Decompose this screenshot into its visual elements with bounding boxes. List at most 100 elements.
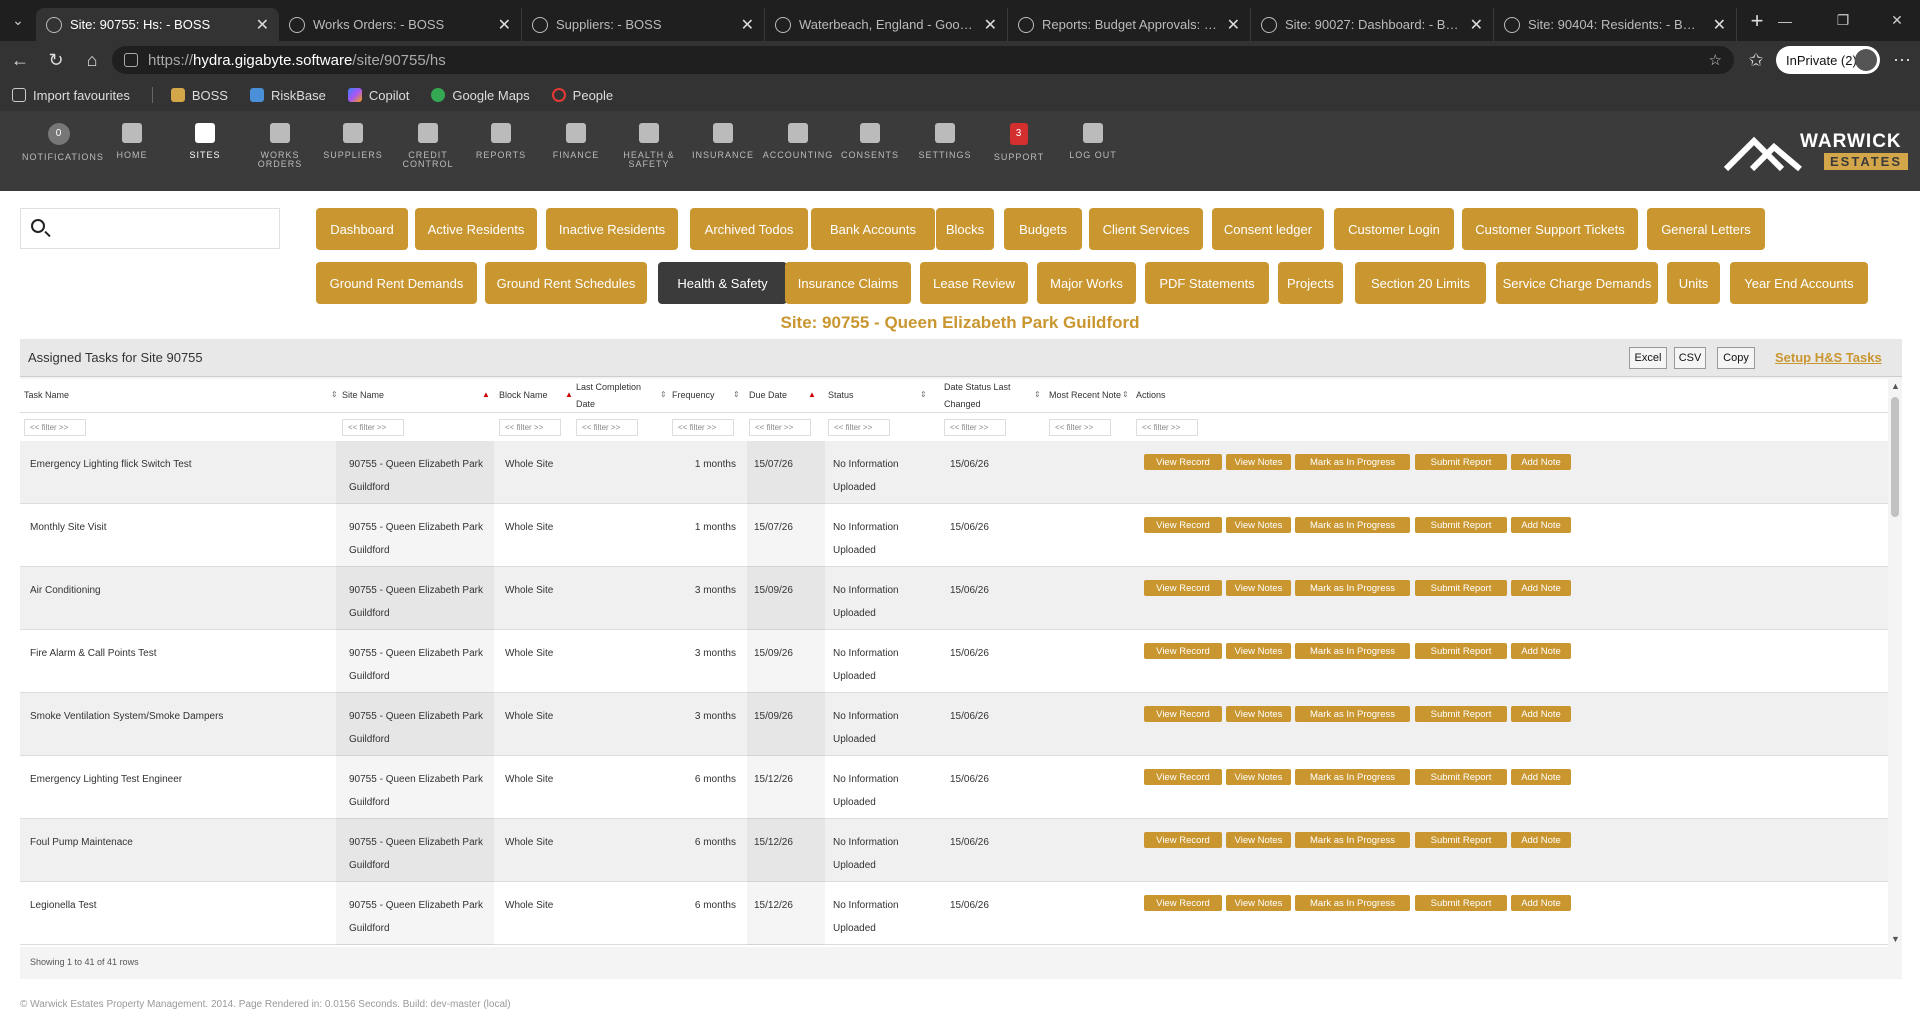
nav-insurance[interactable]: INSURANCE [686, 123, 760, 160]
site-menu-general-letters[interactable]: General Letters [1647, 208, 1765, 250]
browser-tab[interactable]: Site: 90027: Dashboard: - BOSS ✕ [1251, 8, 1494, 41]
column-header[interactable]: Last Completion Date [576, 379, 656, 413]
close-tab-icon[interactable]: ✕ [1713, 15, 1726, 35]
column-header[interactable]: Most Recent Note [1049, 387, 1121, 404]
action-submit-report-button[interactable]: Submit Report [1415, 517, 1507, 533]
nav-credit-control[interactable]: CREDIT CONTROL [391, 123, 465, 169]
favourite-import[interactable]: Import favourites [12, 88, 130, 103]
scroll-up-icon[interactable]: ▲ [1891, 381, 1900, 391]
nav-settings[interactable]: SETTINGS [908, 123, 982, 160]
action-view-record-button[interactable]: View Record [1144, 643, 1222, 659]
favourite-star-icon[interactable]: ☆ [1709, 51, 1722, 69]
nav-finance[interactable]: FINANCE [539, 123, 613, 160]
action-submit-report-button[interactable]: Submit Report [1415, 769, 1507, 785]
browser-tab[interactable]: Suppliers: - BOSS ✕ [522, 8, 765, 41]
site-menu-customer-login[interactable]: Customer Login [1334, 208, 1454, 250]
site-menu-service-charge-demands[interactable]: Service Charge Demands [1496, 262, 1658, 304]
tab-actions-menu[interactable]: ⌄ [0, 0, 36, 41]
site-menu-units[interactable]: Units [1667, 262, 1720, 304]
csv-export-button[interactable]: CSV [1674, 347, 1706, 369]
action-view-record-button[interactable]: View Record [1144, 454, 1222, 470]
action-view-record-button[interactable]: View Record [1144, 706, 1222, 722]
site-menu-inactive-residents[interactable]: Inactive Residents [546, 208, 678, 250]
site-menu-bank-accounts[interactable]: Bank Accounts [811, 208, 935, 250]
filter-input[interactable]: << filter >> [828, 419, 890, 436]
sort-icon[interactable]: ⇕ [331, 390, 338, 399]
action-submit-report-button[interactable]: Submit Report [1415, 895, 1507, 911]
filter-input[interactable]: << filter >> [672, 419, 734, 436]
site-menu-customer-support-tickets[interactable]: Customer Support Tickets [1462, 208, 1638, 250]
action-mark-as-in-progress-button[interactable]: Mark as In Progress [1295, 580, 1410, 596]
nav-consents[interactable]: CONSENTS [833, 123, 907, 160]
favourite-people[interactable]: People [551, 88, 613, 103]
filter-input[interactable]: << filter >> [499, 419, 561, 436]
favourite-riskbase[interactable]: RiskBase [249, 88, 326, 103]
column-header[interactable]: Block Name [499, 387, 548, 404]
action-add-note-button[interactable]: Add Note [1511, 706, 1571, 722]
close-window-button[interactable]: ✕ [1874, 0, 1920, 41]
sort-icon[interactable]: ⇕ [920, 390, 927, 399]
action-mark-as-in-progress-button[interactable]: Mark as In Progress [1295, 895, 1410, 911]
close-tab-icon[interactable]: ✕ [1470, 15, 1483, 35]
sort-icon[interactable]: ▲ [808, 390, 816, 399]
action-view-notes-button[interactable]: View Notes [1226, 580, 1291, 596]
action-add-note-button[interactable]: Add Note [1511, 895, 1571, 911]
sort-icon[interactable]: ▲ [482, 390, 490, 399]
close-tab-icon[interactable]: ✕ [1227, 15, 1240, 35]
action-mark-as-in-progress-button[interactable]: Mark as In Progress [1295, 517, 1410, 533]
scroll-down-icon[interactable]: ▼ [1891, 934, 1900, 944]
nav-suppliers[interactable]: SUPPLIERS [316, 123, 390, 160]
browser-tab[interactable]: Reports: Budget Approvals: - BOSS ✕ [1008, 8, 1251, 41]
action-view-notes-button[interactable]: View Notes [1226, 517, 1291, 533]
more-options-icon[interactable]: ⋯ [1884, 50, 1920, 71]
site-menu-active-residents[interactable]: Active Residents [415, 208, 537, 250]
search-input[interactable] [20, 208, 280, 249]
site-menu-lease-review[interactable]: Lease Review [920, 262, 1028, 304]
action-mark-as-in-progress-button[interactable]: Mark as In Progress [1295, 706, 1410, 722]
close-tab-icon[interactable]: ✕ [498, 15, 511, 35]
column-header[interactable]: Frequency [672, 387, 715, 404]
column-header[interactable]: Actions [1136, 387, 1166, 404]
close-tab-icon[interactable]: ✕ [741, 15, 754, 35]
site-menu-blocks[interactable]: Blocks [936, 208, 994, 250]
action-view-record-button[interactable]: View Record [1144, 580, 1222, 596]
action-add-note-button[interactable]: Add Note [1511, 517, 1571, 533]
favourites-icon[interactable]: ✩ [1738, 50, 1774, 71]
action-view-record-button[interactable]: View Record [1144, 769, 1222, 785]
site-menu-major-works[interactable]: Major Works [1037, 262, 1136, 304]
sort-icon[interactable]: ⇕ [1122, 390, 1129, 399]
filter-input[interactable]: << filter >> [342, 419, 404, 436]
filter-input[interactable]: << filter >> [1136, 419, 1198, 436]
warwick-estates-logo[interactable]: WARWICK ESTATES [1724, 129, 1909, 173]
favourite-boss[interactable]: BOSS [170, 88, 228, 103]
site-menu-health-safety[interactable]: Health & Safety [658, 262, 787, 304]
browser-tab[interactable]: Site: 90755: Hs: - BOSS ✕ [36, 8, 279, 41]
url-field[interactable]: https://hydra.gigabyte.software/site/907… [112, 46, 1734, 74]
nav-notifications[interactable]: 0 NOTIFICATIONS [22, 123, 103, 162]
action-add-note-button[interactable]: Add Note [1511, 454, 1571, 470]
site-menu-pdf-statements[interactable]: PDF Statements [1145, 262, 1269, 304]
home-icon[interactable]: ⌂ [74, 50, 110, 71]
close-tab-icon[interactable]: ✕ [256, 15, 269, 35]
site-menu-section-20-limits[interactable]: Section 20 Limits [1355, 262, 1486, 304]
browser-tab[interactable]: Works Orders: - BOSS ✕ [279, 8, 522, 41]
nav-support[interactable]: 3 SUPPORT [982, 123, 1056, 162]
nav-accounting[interactable]: ACCOUNTING [761, 123, 835, 160]
minimize-button[interactable]: — [1762, 0, 1808, 41]
site-info-icon[interactable] [124, 53, 138, 67]
nav-home[interactable]: HOME [95, 123, 169, 160]
filter-input[interactable]: << filter >> [576, 419, 638, 436]
action-mark-as-in-progress-button[interactable]: Mark as In Progress [1295, 769, 1410, 785]
site-menu-dashboard[interactable]: Dashboard [316, 208, 408, 250]
nav-reports[interactable]: REPORTS [464, 123, 538, 160]
action-submit-report-button[interactable]: Submit Report [1415, 643, 1507, 659]
site-menu-archived-todos[interactable]: Archived Todos [690, 208, 808, 250]
back-icon[interactable]: ← [2, 50, 38, 71]
copy-button[interactable]: Copy [1717, 347, 1755, 369]
scroll-thumb[interactable] [1891, 397, 1899, 517]
sort-icon[interactable]: ▲ [565, 390, 573, 399]
action-add-note-button[interactable]: Add Note [1511, 643, 1571, 659]
action-view-record-button[interactable]: View Record [1144, 517, 1222, 533]
site-menu-client-services[interactable]: Client Services [1089, 208, 1203, 250]
nav-sites[interactable]: SITES [168, 123, 242, 160]
